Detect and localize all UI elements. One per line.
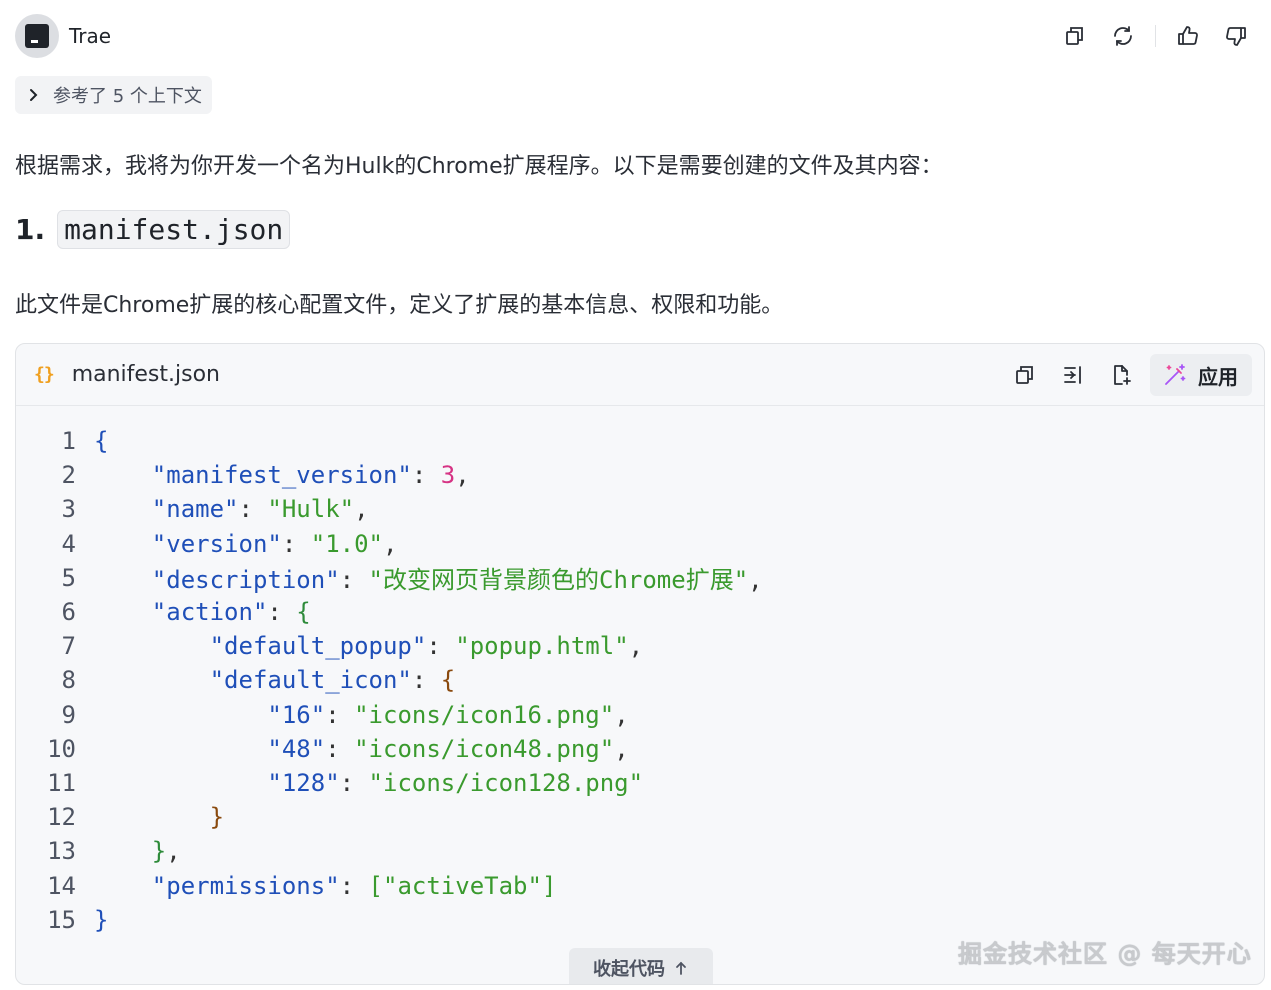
line-number: 13 [47, 837, 76, 866]
intro-text: 根据需求，我将为你开发一个名为Hulk的Chrome扩展程序。以下是需要创建的文… [15, 154, 943, 179]
refresh-icon [1114, 26, 1132, 46]
code-line: 6 "action": { [16, 595, 1264, 629]
section-filename: manifest.json [57, 210, 291, 249]
code-line: 12 } [16, 800, 1264, 834]
code-line: 13 }, [16, 834, 1264, 868]
line-source: } [209, 803, 225, 832]
line-source: "default_icon": { [209, 666, 456, 695]
line-source: "permissions": ["activeTab"] [151, 871, 557, 900]
line-number: 4 [61, 529, 76, 558]
dislike-button[interactable] [1212, 16, 1260, 56]
line-number: 15 [47, 905, 76, 934]
copy-code-button[interactable] [1004, 355, 1046, 395]
section-number: 1. [15, 213, 46, 246]
line-source: "name": "Hulk", [151, 495, 369, 524]
code-line: 5 "description": "改变网页背景颜色的Chrome扩展", [16, 561, 1264, 595]
code-filename: manifest.json [71, 362, 220, 387]
insert-code-button[interactable] [1052, 355, 1094, 395]
code-line: 4 "version": "1.0", [16, 527, 1264, 561]
section-description: 此文件是Chrome扩展的核心配置文件，定义了扩展的基本信息、权限和功能。 [15, 293, 784, 318]
code-line: 3 "name": "Hulk", [16, 492, 1264, 526]
code-line: 8 "default_icon": { [16, 663, 1264, 697]
new-file-button[interactable] [1100, 355, 1142, 395]
line-source: "16": "icons/icon16.png", [267, 700, 629, 729]
collapse-code-button[interactable]: 收起代码 [569, 948, 713, 984]
message-header: Trae [15, 14, 1260, 58]
thumb-up-icon [1178, 26, 1198, 45]
line-source: "128": "icons/icon128.png" [267, 768, 644, 797]
regenerate-button[interactable] [1099, 16, 1147, 56]
line-number: 10 [47, 734, 76, 763]
json-file-icon: {} [34, 364, 55, 385]
line-number: 1 [61, 427, 76, 456]
avatar [15, 14, 59, 58]
code-block: {} manifest.json 应用 1{2 "manifest_versio… [15, 343, 1265, 985]
code-line: 15} [16, 903, 1264, 937]
magic-wand-icon [1165, 364, 1186, 385]
code-line: 1{ [16, 424, 1264, 458]
line-number: 9 [61, 700, 76, 729]
line-source: { [94, 427, 109, 456]
chat-message: Trae 参考了 5 个上下文 根据需求，我将为你开发一个名为Hulk的Chro… [0, 0, 1271, 990]
line-source: "default_popup": "popup.html", [209, 632, 644, 661]
assistant-name: Trae [69, 24, 112, 48]
thumb-down-icon [1226, 27, 1246, 46]
apply-label: 应用 [1198, 364, 1238, 389]
line-source: "description": "改变网页背景颜色的Chrome扩展", [151, 566, 763, 595]
chevron-right-icon [30, 89, 38, 101]
context-label: 参考了 5 个上下文 [53, 86, 202, 107]
collapse-label: 收起代码 [593, 959, 665, 980]
section-heading: 1. manifest.json [15, 210, 291, 249]
code-line: 14 "permissions": ["activeTab"] [16, 868, 1264, 902]
code-line: 11 "128": "icons/icon128.png" [16, 766, 1264, 800]
line-number: 5 [61, 563, 76, 592]
code-line: 9 "16": "icons/icon16.png", [16, 698, 1264, 732]
code-line: 10 "48": "icons/icon48.png", [16, 732, 1264, 766]
line-source: } [94, 905, 109, 934]
insert-icon [1064, 366, 1081, 384]
code-actions: 应用 [1004, 354, 1252, 396]
divider [1155, 25, 1156, 47]
message-actions [1051, 16, 1260, 56]
line-number: 8 [61, 666, 76, 695]
line-source: "48": "icons/icon48.png", [267, 734, 629, 763]
line-number: 6 [61, 598, 76, 627]
new-file-icon [1114, 365, 1131, 385]
line-number: 12 [47, 803, 76, 832]
like-button[interactable] [1164, 16, 1212, 56]
line-source: }, [151, 837, 181, 866]
code-line: 2 "manifest_version": 3, [16, 458, 1264, 492]
line-number: 2 [61, 461, 76, 490]
apply-button[interactable]: 应用 [1150, 354, 1252, 396]
line-source: "action": { [151, 598, 311, 627]
trae-logo-icon [25, 24, 49, 48]
context-toggle[interactable]: 参考了 5 个上下文 [15, 76, 212, 114]
line-number: 14 [47, 871, 76, 900]
copy-button[interactable] [1051, 16, 1099, 56]
arrow-up-icon [676, 961, 686, 975]
copy-icon [1066, 27, 1083, 45]
copy-icon [1016, 366, 1033, 384]
code-block-header: {} manifest.json 应用 [16, 344, 1264, 406]
watermark: 掘金技术社区 @ 每天开心 [958, 940, 1252, 968]
line-number: 7 [61, 632, 76, 661]
line-number: 3 [61, 495, 76, 524]
line-source: "manifest_version": 3, [151, 461, 470, 490]
code-line: 7 "default_popup": "popup.html", [16, 629, 1264, 663]
code-content: 1{2 "manifest_version": 3, 3 "name": "Hul… [16, 424, 1264, 937]
line-source: "version": "1.0", [151, 529, 398, 558]
line-number: 11 [47, 768, 76, 797]
